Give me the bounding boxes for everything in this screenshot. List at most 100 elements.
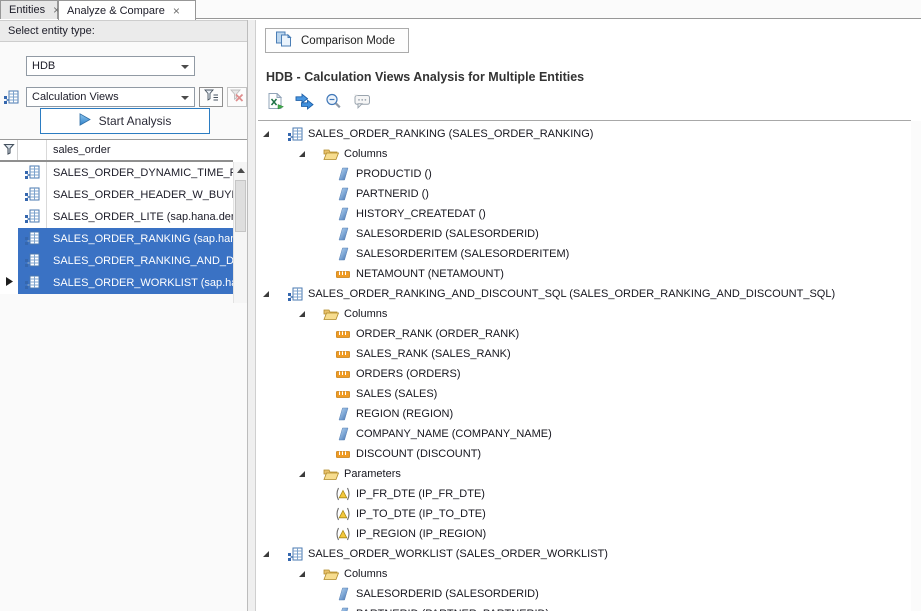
expander-icon[interactable] [262,550,286,558]
tree-row[interactable]: SALESORDERID (SALESORDERID) [256,224,921,244]
tree-node-label: DISCOUNT (DISCOUNT) [356,448,481,460]
attribute-column-icon [334,167,352,181]
tree-row[interactable]: SALES_ORDER_RANKING (SALES_ORDER_RANKING… [256,124,921,144]
calculation-view-icon [286,126,304,142]
close-icon[interactable]: × [173,6,180,16]
measure-column-icon [334,367,352,381]
row-indicator [0,206,18,228]
play-icon [79,113,91,129]
expander-icon[interactable] [262,290,286,298]
comments-button[interactable] [352,93,372,113]
filter-icon-cell [18,140,47,160]
entity-name: SALES_ORDER_HEADER_W_BUYER ( [47,184,254,206]
export-excel-button[interactable] [265,93,285,113]
tree-node-label: IP_FR_DTE (IP_FR_DTE) [356,488,485,500]
filter-cell[interactable] [47,144,233,156]
tree-row[interactable]: IP_REGION (IP_REGION) [256,524,921,544]
calculation-view-icon [24,230,40,249]
tree-row[interactable]: PARTNERID () [256,184,921,204]
scroll-up-button[interactable] [234,162,247,178]
analysis-tree: SALES_ORDER_RANKING (SALES_ORDER_RANKING… [256,124,921,611]
tree-row[interactable]: Parameters [256,464,921,484]
scrollbar-thumb[interactable] [235,180,246,232]
attribute-column-icon [334,247,352,261]
tree-row[interactable]: ORDERS (ORDERS) [256,364,921,384]
tree-node-label: SALES_ORDER_WORKLIST (SALES_ORDER_WORKLI… [308,548,608,560]
tree-row[interactable]: PRODUCTID () [256,164,921,184]
list-scrollbar[interactable] [233,162,247,303]
start-analysis-button[interactable]: Start Analysis [40,108,210,134]
tree-row[interactable]: COMPANY_NAME (COMPANY_NAME) [256,424,921,444]
funnel-icon [3,143,15,158]
compare-documents-icon [275,31,293,51]
measure-column-icon [334,327,352,341]
tree-row[interactable]: SALES_ORDER_RANKING_AND_DISCOUNT_SQL (SA… [256,284,921,304]
tree-node-label: NETAMOUNT (NETAMOUNT) [356,268,504,280]
tree-node-label: Parameters [344,468,401,480]
export-excel-icon [267,93,284,113]
tree-row[interactable]: REGION (REGION) [256,404,921,424]
tree-node-label: REGION (REGION) [356,408,453,420]
calculation-view-icon [24,164,40,183]
tree-row[interactable]: Columns [256,304,921,324]
input-parameter-icon [334,527,352,541]
list-item[interactable]: SALES_ORDER_LITE (sap.hana.demo [0,206,233,228]
clear-filter-icon [230,89,244,105]
tree-row[interactable]: SALES_ORDER_WORKLIST (SALES_ORDER_WORKLI… [256,544,921,564]
attribute-column-icon [334,427,352,441]
entity-selection-panel: Select entity type: HDB Calculation View… [0,20,247,611]
tab-analyze-compare[interactable]: Analyze & Compare × [58,0,196,20]
swap-arrows-button[interactable] [294,93,314,113]
tab-bar: Entities × Analyze & Compare × [0,0,921,19]
page-title: HDB - Calculation Views Analysis for Mul… [266,70,584,84]
entity-name: SALES_ORDER_RANKING (sap.hana. [47,228,246,250]
tree-node-label: IP_TO_DTE (IP_TO_DTE) [356,508,486,520]
input-parameter-icon [334,507,352,521]
measure-column-icon [334,387,352,401]
analysis-panel: Comparison Mode HDB - Calculation Views … [256,20,921,611]
tab-entities[interactable]: Entities × [0,0,58,19]
entity-filter-input[interactable] [53,144,233,156]
tree-row[interactable]: DISCOUNT (DISCOUNT) [256,444,921,464]
expander-icon[interactable] [298,150,322,158]
tree-row[interactable]: HISTORY_CREATEDAT () [256,204,921,224]
list-item[interactable]: SALES_ORDER_HEADER_W_BUYER ( [0,184,233,206]
tree-row[interactable]: IP_TO_DTE (IP_TO_DTE) [256,504,921,524]
start-analysis-label: Start Analysis [99,114,172,128]
tree-node-label: Columns [344,308,387,320]
edit-filter-button[interactable] [199,87,223,107]
tree-row[interactable]: IP_FR_DTE (IP_FR_DTE) [256,484,921,504]
tab-label: Entities [9,4,45,16]
tree-row[interactable]: SALES (SALES) [256,384,921,404]
list-item[interactable]: SALES_ORDER_RANKING_AND_DISC [0,250,233,272]
tree-scroll-track[interactable] [911,121,921,611]
expander-icon[interactable] [298,570,322,578]
attribute-column-icon [334,607,352,611]
comparison-mode-button[interactable]: Comparison Mode [265,28,409,53]
list-item[interactable]: SALES_ORDER_DYNAMIC_TIME_PER [0,162,233,184]
tree-row[interactable]: SALESORDERITEM (SALESORDERITEM) [256,244,921,264]
calculation-view-icon [286,286,304,302]
list-item[interactable]: SALES_ORDER_WORKLIST (sap.hana [0,272,233,294]
tree-node-label: SALES (SALES) [356,388,437,400]
tree-row[interactable]: NETAMOUNT (NETAMOUNT) [256,264,921,284]
expander-icon[interactable] [298,310,322,318]
zoom-out-icon [325,93,342,113]
tree-row[interactable]: PARTNERID (PARTNER_PARTNERID) [256,604,921,611]
tree-row[interactable]: SALESORDERID (SALESORDERID) [256,584,921,604]
tree-row[interactable]: Columns [256,144,921,164]
expander-icon[interactable] [262,130,286,138]
tree-row[interactable]: Columns [256,564,921,584]
attribute-column-icon [334,207,352,221]
clear-filter-button[interactable] [227,87,247,107]
entity-type-dropdown[interactable]: HDB [26,56,195,76]
list-item[interactable]: SALES_ORDER_RANKING (sap.hana. [0,228,233,250]
expander-icon[interactable] [298,470,322,478]
entity-subtype-dropdown[interactable]: Calculation Views [26,87,195,107]
tree-row[interactable]: ORDER_RANK (ORDER_RANK) [256,324,921,344]
tree-row[interactable]: SALES_RANK (SALES_RANK) [256,344,921,364]
row-indicator [0,272,18,294]
panel-splitter[interactable] [247,20,256,611]
zoom-button[interactable] [323,93,343,113]
focused-row-arrow-icon [6,277,13,289]
